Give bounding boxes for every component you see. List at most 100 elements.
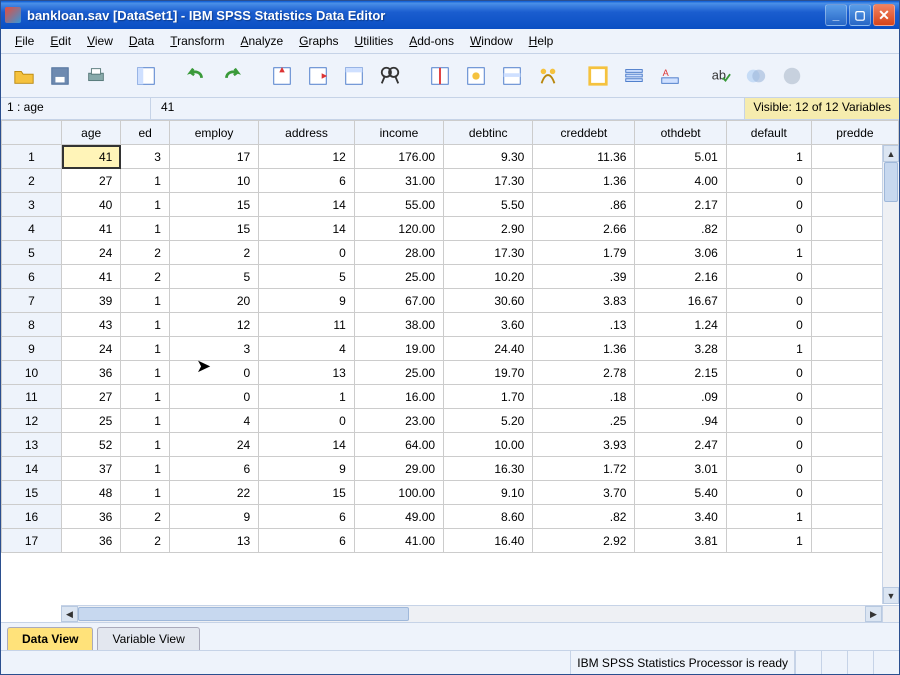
column-header-default[interactable]: default xyxy=(726,121,811,145)
cell[interactable]: 1 xyxy=(121,433,170,457)
cell[interactable]: 2 xyxy=(121,529,170,553)
cell[interactable]: 1 xyxy=(121,481,170,505)
cell[interactable]: 28.00 xyxy=(354,241,443,265)
cell-value-display[interactable]: 41 xyxy=(151,98,744,119)
data-grid[interactable]: ageedemployaddressincomedebtinccreddebto… xyxy=(1,120,899,553)
cell[interactable]: 27 xyxy=(62,169,121,193)
cell[interactable]: 0 xyxy=(726,385,811,409)
cell[interactable]: 67.00 xyxy=(354,289,443,313)
row-header[interactable]: 2 xyxy=(2,169,62,193)
cell[interactable]: 1 xyxy=(121,289,170,313)
menu-add-ons[interactable]: Add-ons xyxy=(401,31,462,51)
column-header-income[interactable]: income xyxy=(354,121,443,145)
cell[interactable]: 1 xyxy=(726,337,811,361)
cell[interactable]: 49.00 xyxy=(354,505,443,529)
column-header-creddebt[interactable]: creddebt xyxy=(533,121,635,145)
cell[interactable]: 14 xyxy=(259,217,355,241)
cell[interactable]: .25 xyxy=(533,409,635,433)
cell[interactable]: .82 xyxy=(533,505,635,529)
cell[interactable]: 3.40 xyxy=(635,505,726,529)
row-header[interactable]: 4 xyxy=(2,217,62,241)
cell[interactable]: 27 xyxy=(62,385,121,409)
cell[interactable]: 0 xyxy=(259,409,355,433)
cell[interactable]: 2.47 xyxy=(635,433,726,457)
menu-window[interactable]: Window xyxy=(462,31,521,51)
cell[interactable]: 176.00 xyxy=(354,145,443,169)
cell[interactable]: 1.79 xyxy=(533,241,635,265)
cell[interactable]: 6 xyxy=(259,505,355,529)
cell[interactable]: 1 xyxy=(121,361,170,385)
cell[interactable]: 2 xyxy=(121,505,170,529)
cell[interactable]: 24 xyxy=(62,337,121,361)
cell[interactable]: 3.01 xyxy=(635,457,726,481)
goto-var-button[interactable] xyxy=(303,61,333,91)
cell[interactable]: 41 xyxy=(62,217,121,241)
corner-header[interactable] xyxy=(2,121,62,145)
cell[interactable]: 16.00 xyxy=(354,385,443,409)
cell[interactable]: 17.30 xyxy=(444,169,533,193)
cell[interactable]: .82 xyxy=(635,217,726,241)
cell[interactable]: 24.40 xyxy=(444,337,533,361)
select-button[interactable] xyxy=(497,61,527,91)
cell[interactable]: 6 xyxy=(169,457,258,481)
cell[interactable]: 19.70 xyxy=(444,361,533,385)
cell[interactable]: 12 xyxy=(259,145,355,169)
cell[interactable]: 20 xyxy=(169,289,258,313)
cell[interactable]: 29.00 xyxy=(354,457,443,481)
cell[interactable]: 48 xyxy=(62,481,121,505)
cell[interactable]: 1 xyxy=(121,313,170,337)
row-header[interactable]: 5 xyxy=(2,241,62,265)
var-sets-button[interactable] xyxy=(619,61,649,91)
cell[interactable]: 64.00 xyxy=(354,433,443,457)
cell[interactable]: .86 xyxy=(533,193,635,217)
cell[interactable]: 31.00 xyxy=(354,169,443,193)
cell[interactable]: 1.36 xyxy=(533,169,635,193)
cell[interactable]: 25.00 xyxy=(354,265,443,289)
cell[interactable]: 4 xyxy=(169,409,258,433)
cell[interactable]: .94 xyxy=(635,409,726,433)
cell[interactable]: .39 xyxy=(533,265,635,289)
cell[interactable]: .18 xyxy=(533,385,635,409)
cell[interactable]: 1.72 xyxy=(533,457,635,481)
cell[interactable]: 52 xyxy=(62,433,121,457)
scroll-left-arrow-icon[interactable]: ◀ xyxy=(61,606,78,622)
cell[interactable]: 0 xyxy=(726,433,811,457)
cell[interactable]: 1 xyxy=(726,145,811,169)
cell[interactable]: 36 xyxy=(62,529,121,553)
use-vars-button[interactable]: A xyxy=(655,61,685,91)
cell[interactable]: 1 xyxy=(121,385,170,409)
insert-var-button[interactable] xyxy=(131,61,161,91)
row-header[interactable]: 17 xyxy=(2,529,62,553)
cell[interactable]: 1 xyxy=(121,169,170,193)
cell[interactable]: 8.60 xyxy=(444,505,533,529)
cell[interactable]: 0 xyxy=(259,241,355,265)
row-header[interactable]: 14 xyxy=(2,457,62,481)
cell[interactable]: 13 xyxy=(259,361,355,385)
cell[interactable]: 1 xyxy=(726,241,811,265)
cell[interactable]: 0 xyxy=(726,217,811,241)
row-header[interactable]: 10 xyxy=(2,361,62,385)
cell[interactable]: 13 xyxy=(169,529,258,553)
cell[interactable]: 3 xyxy=(169,337,258,361)
close-button[interactable]: ✕ xyxy=(873,4,895,26)
cell[interactable]: .09 xyxy=(635,385,726,409)
split-button[interactable] xyxy=(425,61,455,91)
column-header-ed[interactable]: ed xyxy=(121,121,170,145)
cell[interactable]: 10.20 xyxy=(444,265,533,289)
cell[interactable]: 16.40 xyxy=(444,529,533,553)
cell[interactable]: 15 xyxy=(169,193,258,217)
menu-analyze[interactable]: Analyze xyxy=(232,31,291,51)
cell[interactable]: 1.36 xyxy=(533,337,635,361)
variables-button[interactable] xyxy=(339,61,369,91)
cell[interactable]: 2.92 xyxy=(533,529,635,553)
cell[interactable]: 0 xyxy=(726,409,811,433)
cell[interactable]: 16.67 xyxy=(635,289,726,313)
column-header-othdebt[interactable]: othdebt xyxy=(635,121,726,145)
cell[interactable]: 17 xyxy=(169,145,258,169)
circle-button[interactable] xyxy=(777,61,807,91)
cell[interactable]: 1 xyxy=(259,385,355,409)
menu-graphs[interactable]: Graphs xyxy=(291,31,346,51)
menu-transform[interactable]: Transform xyxy=(162,31,232,51)
cell[interactable]: 9.10 xyxy=(444,481,533,505)
cell[interactable]: 10.00 xyxy=(444,433,533,457)
